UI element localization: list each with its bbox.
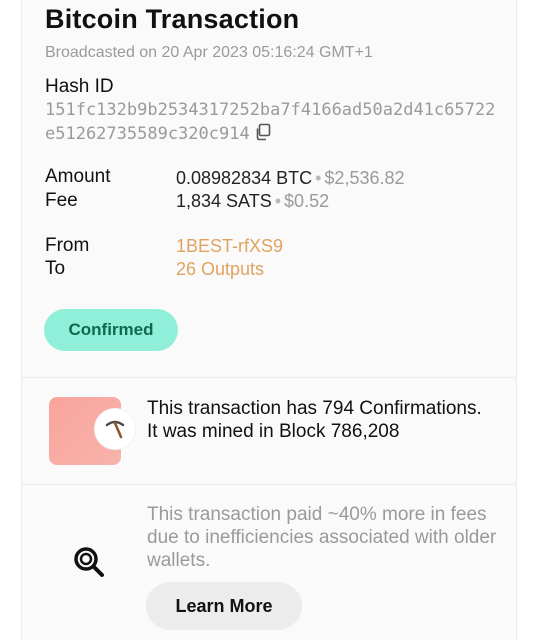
amount-usd: $2,536.82 [324, 168, 405, 188]
copy-icon[interactable] [254, 123, 272, 141]
hash-id-value: 151fc132b9b2534317252ba7f4166ad50a2d41c6… [45, 98, 505, 146]
separator-dot: • [274, 191, 282, 211]
fee-usd: $0.52 [284, 191, 330, 211]
confirmations-text: This transaction has 794 Confirmations. … [147, 398, 482, 442]
to-label: To [45, 258, 66, 279]
amount-btc: 0.08982834 BTC [176, 168, 313, 188]
hash-id-label: Hash ID [45, 76, 114, 97]
learn-more-button[interactable]: Learn More [146, 582, 302, 630]
efficiency-text: This transaction paid ~40% more in fees … [147, 504, 497, 571]
amount-value: 0.08982834 BTC • $2,536.82 [176, 168, 405, 189]
section-divider [22, 377, 516, 378]
pickaxe-icon [94, 408, 136, 450]
fee-value: 1,834 SATS • $0.52 [176, 191, 329, 212]
separator-dot: • [315, 168, 322, 188]
page-title: Bitcoin Transaction [45, 4, 300, 34]
broadcast-timestamp: Broadcasted on 20 Apr 2023 05:16:24 GMT+… [45, 44, 373, 61]
from-label: From [45, 235, 90, 256]
fee-label: Fee [45, 190, 78, 211]
section-divider [22, 484, 516, 485]
from-address-link[interactable]: 1BEST-rfXS9 [176, 236, 283, 257]
to-outputs-link[interactable]: 26 Outputs [176, 259, 264, 280]
amount-label: Amount [45, 166, 111, 187]
fee-sats: 1,834 SATS [176, 191, 272, 211]
status-badge: Confirmed [44, 309, 178, 351]
magnifier-icon [72, 545, 106, 579]
